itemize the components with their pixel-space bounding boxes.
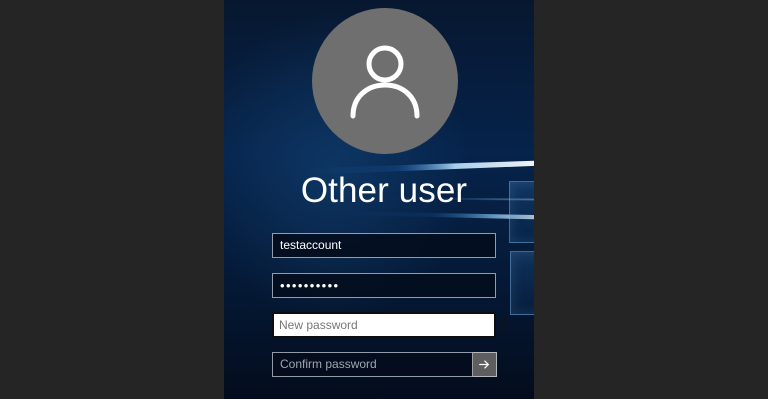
username-field[interactable]: testaccount xyxy=(272,233,496,258)
text-cursor xyxy=(502,317,503,332)
username-value: testaccount xyxy=(280,238,342,252)
password-masked-value: •••••••••• xyxy=(280,278,340,293)
new-password-field[interactable]: New password xyxy=(272,312,496,338)
login-panel: Other user testaccount •••••••••• New pa… xyxy=(224,0,534,399)
user-name-title: Other user xyxy=(300,171,468,210)
windows-login-window: Other user testaccount •••••••••• New pa… xyxy=(0,0,768,399)
submit-button[interactable] xyxy=(472,352,497,377)
confirm-password-field[interactable]: Confirm password xyxy=(272,352,472,377)
confirm-password-placeholder: Confirm password xyxy=(280,357,377,371)
user-avatar xyxy=(312,8,458,154)
user-icon xyxy=(350,45,420,119)
arrow-right-icon xyxy=(479,360,490,369)
wallpaper-window-pane xyxy=(510,251,534,315)
password-field[interactable]: •••••••••• xyxy=(272,273,496,298)
new-password-placeholder: New password xyxy=(279,318,358,332)
